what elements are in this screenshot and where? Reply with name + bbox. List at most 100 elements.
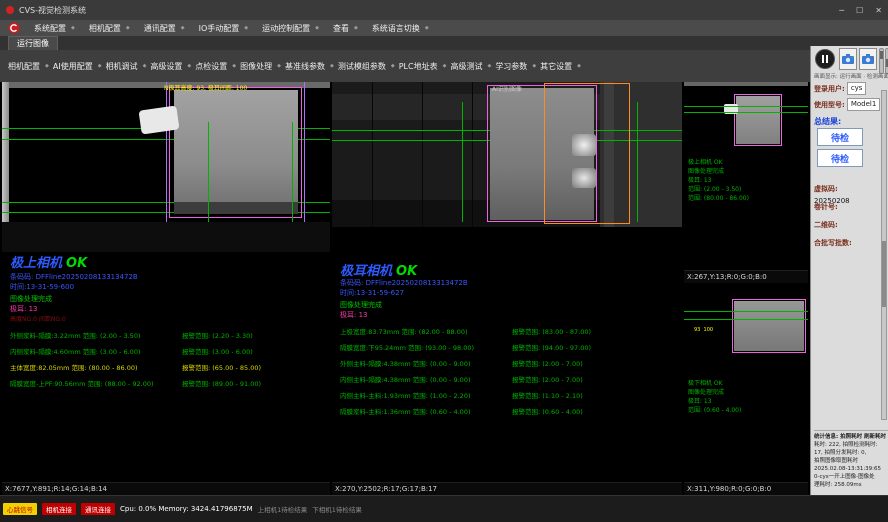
measurement-row: 外侧浆料-隔膜:3.22mm 范围: (2.00 - 3.50)报警范围: (2…: [10, 330, 328, 346]
slider-thumb[interactable]: [880, 51, 883, 59]
right-camera-view[interactable]: AI识别图像 极耳相机OK 条码码: DFFline20250208133134…: [332, 82, 682, 482]
preview-text-block: 极上相机 OK 图像处理完成 极耳: 13 范围: (2.00 - 3.50) …: [688, 158, 749, 203]
right-view-coords: X:270,Y:2502;R:17;G:17;B:17: [332, 482, 682, 495]
pause-button[interactable]: [815, 49, 835, 69]
alarm-range: 报警范围: (65.00 - 85.00): [182, 362, 261, 372]
title-bar: CVS-视觉检测系统 ─ ☐ ✕: [0, 0, 888, 20]
camera-capture-button-1[interactable]: [839, 48, 857, 70]
status-bar: 心跳信号 相机连接 通讯连接 Cpu: 0.0% Memory: 3424.41…: [0, 495, 888, 522]
pause-icon: [826, 55, 828, 63]
tab-bar: 运行图像: [0, 36, 888, 50]
login-label: 登录用户:: [814, 84, 845, 94]
time-text: 时间:13-31-59-600: [10, 282, 74, 292]
toolbar-ai-config[interactable]: AI使用配置: [53, 61, 102, 72]
toolbar-advanced-settings[interactable]: 高级设置: [150, 61, 191, 72]
roi-rect-pink: [169, 87, 302, 218]
toolbar-camera-config[interactable]: 相机配置: [8, 61, 49, 72]
measurement-row: 内侧主料-主料:1.93mm 范围: (1.00 - 2.20)报警范围: (1…: [340, 390, 680, 406]
measurement-row: 内侧浆料-隔膜:4.60mm 范围: (3.00 - 6.00)报警范围: (3…: [10, 346, 328, 362]
menu-item-comm-config[interactable]: 通讯配置: [144, 23, 185, 34]
left-view-coords: X:7677,Y:891;R:14;G:14;B:14: [2, 482, 330, 495]
ai-image-label: AI识别图像: [492, 84, 522, 93]
toolbar-baseline-params[interactable]: 基准线参数: [285, 61, 334, 72]
menu-item-io-manual[interactable]: IO手动配置: [199, 23, 249, 34]
overlay-line: [166, 82, 167, 222]
machine-part: [2, 222, 330, 252]
stats-line: 理耗时: 258.09ms: [814, 481, 888, 489]
measurement-value: 内侧浆料-隔膜:4.60mm 范围: (3.00 - 6.00): [10, 346, 182, 356]
preview-line: 极上相机 OK: [688, 158, 749, 167]
left-camera-view[interactable]: N极耳高度: 93, 极耳间距: 100 极上相机OK 条码码: DFFline…: [2, 82, 330, 482]
vertical-slider-1[interactable]: [879, 48, 884, 74]
toolbar-spot-check[interactable]: 点检设置: [195, 61, 236, 72]
highlight-spot: [572, 168, 596, 188]
roi-rect-pink: [734, 94, 782, 146]
stats-line: 2025.02.08-13:31:39:65: [814, 465, 888, 473]
result-ok: OK: [66, 256, 87, 271]
toolbar-learning-params[interactable]: 学习参数: [495, 61, 536, 72]
machine-part: [2, 82, 9, 232]
menu-item-system-config[interactable]: 系统配置: [34, 23, 75, 34]
menu-item-view[interactable]: 查看: [333, 23, 358, 34]
pause-icon: [822, 55, 824, 63]
close-button[interactable]: ✕: [875, 6, 882, 15]
toolbar-other-settings[interactable]: 其它设置: [540, 61, 581, 72]
side-panel: 画面显示: 运行画面 · 检测画面 登录用户: cys 使用型号: Model1…: [810, 46, 888, 495]
preview-top-coords: X:267,Y:13;R:0;G:0;B:0: [684, 270, 808, 283]
menu-item-motion-control[interactable]: 运动控制配置: [262, 23, 319, 34]
panel-caption: 画面显示: 运行画面 · 检测画面: [814, 72, 888, 80]
preview-line: 极下相机 OK: [688, 379, 741, 388]
model-row: 使用型号: Model1: [814, 98, 880, 111]
maximize-button[interactable]: ☐: [856, 6, 863, 15]
preview-bottom[interactable]: 93 100 极下相机 OK 图像处理完成 极耳: 13 范围: (0.60 -…: [684, 283, 808, 482]
measurement-row: 外侧主料-隔膜:4.38mm 范围: (0.00 - 9.00)报警范围: (2…: [340, 358, 680, 374]
toolbar-test-module-params[interactable]: 测试模组参数: [338, 61, 395, 72]
machine-seam: [422, 82, 423, 227]
toolbar-camera-debug[interactable]: 相机调试: [106, 61, 147, 72]
result-title: 极耳相机OK: [340, 260, 417, 279]
scrollbar-thumb[interactable]: [882, 241, 886, 307]
alarm-range: 报警范围: (83.00 - 87.00): [512, 326, 591, 336]
stats-block: 统计信息: 拍照耗时 刷新耗时 耗时: 222, 拍照检测耗时: 17, 拍照分…: [814, 430, 888, 489]
roi-rect-pink: [732, 299, 806, 353]
menu-bar: 系统配置 相机配置 通讯配置 IO手动配置 运动控制配置 查看 系统语言切换: [0, 20, 888, 36]
alarm-range: 报警范围: (2.00 - 7.00): [512, 358, 583, 368]
toolbar-plc-address[interactable]: PLC地址表: [399, 61, 447, 72]
panel-scrollbar[interactable]: [881, 90, 887, 420]
menu-item-language[interactable]: 系统语言切换: [372, 23, 429, 34]
toolbar-advanced-test[interactable]: 高级测试: [450, 61, 491, 72]
machine-seam: [472, 82, 473, 227]
lower-camera-status: 下相机1待检结果: [312, 504, 362, 514]
measurement-value: 隔膜浆料-主料:1.36mm 范围: (0.60 - 4.00): [340, 406, 512, 416]
ng-count-text: 高度NG:0 间距NG:0: [10, 314, 66, 323]
camera-capture-button-2[interactable]: [859, 48, 877, 70]
measurement-value: 隔膜宽度-上PF:90.56mm 范围: (88.00 - 92.00): [10, 378, 182, 388]
machine-part: [684, 82, 808, 86]
alarm-range: 报警范围: (89.00 - 91.00): [182, 378, 261, 388]
camera-icon: [842, 54, 854, 64]
measure-label: N极耳高度: 93, 极耳间距: 100: [164, 83, 247, 92]
overlay-line: [684, 311, 808, 312]
preview-line: 图像处理完成: [688, 167, 749, 176]
machine-seam: [372, 82, 373, 227]
preview-line: 极耳: 13: [688, 397, 741, 406]
vcode-row: 虚拟码: 20250208: [814, 176, 850, 205]
tab-run-image[interactable]: 运行图像: [8, 36, 58, 51]
model-select[interactable]: Model1: [847, 98, 880, 111]
menu-item-camera-config[interactable]: 相机配置: [89, 23, 130, 34]
measurement-value: 外侧浆料-隔膜:3.22mm 范围: (2.00 - 3.50): [10, 330, 182, 340]
preview-line: 范围: (0.60 - 4.00): [688, 406, 741, 415]
alarm-range: 报警范围: (0.60 - 4.00): [512, 406, 583, 416]
measurement-rows: 上极宽度:83.73mm 范围: (82.00 - 88.00)报警范围: (8…: [340, 326, 680, 422]
brand-logo-icon: [8, 22, 20, 34]
stats-line: 拍照图像取图耗时: [814, 457, 888, 465]
overlay-line: [292, 122, 293, 222]
measurement-value: 上极宽度:83.73mm 范围: (82.00 - 88.00): [340, 326, 512, 336]
stats-line: 17, 拍照分发耗时: 0,: [814, 449, 888, 457]
preview-top[interactable]: 极上相机 OK 图像处理完成 极耳: 13 范围: (2.00 - 3.50) …: [684, 82, 808, 270]
highlight-spot: [572, 134, 596, 156]
tab-count-text: 极耳: 13: [340, 310, 368, 320]
toolbar-image-processing[interactable]: 图像处理: [240, 61, 281, 72]
measurement-row: 内侧主料-隔膜:4.38mm 范围: (0.00 - 9.00)报警范围: (2…: [340, 374, 680, 390]
minimize-button[interactable]: ─: [839, 6, 844, 15]
